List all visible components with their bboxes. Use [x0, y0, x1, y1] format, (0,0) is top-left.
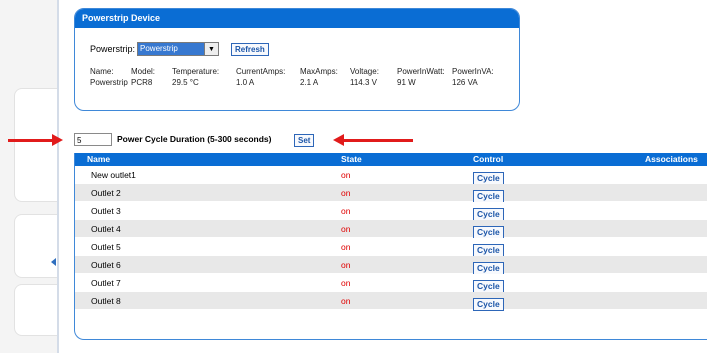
- col-header-state: State: [341, 154, 362, 164]
- info-value: 114.3 V: [350, 78, 377, 87]
- outlet-state: on: [341, 296, 351, 306]
- refresh-button[interactable]: Refresh: [231, 42, 269, 56]
- powerstrip-select[interactable]: Powerstrip ▼: [137, 42, 220, 56]
- info-header: Temperature:: [172, 67, 220, 76]
- outlet-name: Outlet 6: [91, 260, 121, 270]
- cycle-button[interactable]: Cycle: [473, 298, 504, 311]
- set-button[interactable]: Set: [294, 134, 315, 147]
- power-cycle-duration-input[interactable]: 5: [74, 133, 112, 146]
- table-row: Outlet 3onOnOffCycle: [75, 202, 707, 221]
- info-column: CurrentAmps: 1.0 A: [236, 66, 285, 88]
- table-row: Outlet 7onOnOffCycle: [75, 274, 707, 293]
- info-header: PowerInVA:: [452, 67, 494, 76]
- info-column: PowerInVA: 126 VA: [452, 66, 494, 88]
- outlet-state: on: [341, 278, 351, 288]
- power-cycle-duration-label: Power Cycle Duration (5-300 seconds): [117, 134, 272, 144]
- info-value: 126 VA: [452, 78, 478, 87]
- table-row: Outlet 4onOnOffCycle: [75, 220, 707, 239]
- collapse-arrow-icon[interactable]: [51, 258, 56, 266]
- info-value: PCR8: [131, 78, 153, 87]
- col-header-name: Name: [87, 154, 111, 164]
- outlet-state: on: [341, 242, 351, 252]
- info-header: MaxAmps:: [300, 67, 338, 76]
- powerstrip-selected-value: Powerstrip: [138, 43, 205, 55]
- info-header: Name:: [90, 67, 114, 76]
- info-column: Temperature: 29.5 °C: [172, 66, 219, 88]
- outlet-state: on: [341, 260, 351, 270]
- outlet-name: Outlet 7: [91, 278, 121, 288]
- info-value: 91 W: [397, 78, 416, 87]
- table-row: Outlet 5onOnOffCycle: [75, 238, 707, 257]
- table-row: Outlet 6onOnOffCycle: [75, 256, 707, 275]
- outlet-state: on: [341, 206, 351, 216]
- sidebar-tab[interactable]: [14, 214, 59, 278]
- red-arrow-right-icon: [8, 134, 63, 146]
- outlets-table: Name State Control Associations New outl…: [74, 153, 707, 340]
- left-sidebar: [0, 0, 59, 353]
- outlet-state: on: [341, 170, 351, 180]
- outlet-state: on: [341, 188, 351, 198]
- info-column: PowerInWatt: 91 W: [397, 66, 445, 88]
- outlet-name: Outlet 4: [91, 224, 121, 234]
- powerstrip-label: Powerstrip:: [90, 44, 136, 54]
- info-column: Voltage: 114.3 V: [350, 66, 379, 88]
- info-value: 1.0 A: [236, 78, 255, 87]
- info-value: Powerstrip: [90, 78, 128, 87]
- sidebar-divider: [57, 0, 59, 353]
- info-column: Name: Powerstrip: [90, 66, 128, 88]
- panel-title: Powerstrip Device: [75, 9, 519, 28]
- info-header: PowerInWatt:: [397, 67, 445, 76]
- powerstrip-device-panel: Powerstrip Device Powerstrip: Powerstrip…: [74, 8, 520, 111]
- sidebar-tab[interactable]: [14, 284, 59, 336]
- outlet-name: Outlet 2: [91, 188, 121, 198]
- col-header-control: Control: [473, 154, 504, 164]
- table-row: Outlet 2onOnOffCycle: [75, 184, 707, 203]
- col-header-associations: Associations: [645, 154, 698, 164]
- chevron-down-icon[interactable]: ▼: [204, 43, 219, 55]
- table-row: New outlet1onOnOffCycle: [75, 166, 707, 185]
- outlet-name: Outlet 8: [91, 296, 121, 306]
- outlet-name: New outlet1: [91, 170, 136, 180]
- info-value: 2.1 A: [300, 78, 319, 87]
- info-header: Model:: [131, 67, 156, 76]
- table-header: Name State Control Associations: [75, 153, 707, 166]
- outlet-name: Outlet 5: [91, 242, 121, 252]
- info-column: MaxAmps: 2.1 A: [300, 66, 338, 88]
- outlet-state: on: [341, 224, 351, 234]
- outlet-name: Outlet 3: [91, 206, 121, 216]
- table-row: Outlet 8onOnOffCycle: [75, 292, 707, 311]
- info-column: Model: PCR8: [131, 66, 155, 88]
- info-header: Voltage:: [350, 67, 379, 76]
- info-header: CurrentAmps:: [236, 67, 286, 76]
- red-arrow-left-icon: [333, 134, 413, 146]
- table-body: New outlet1onOnOffCycleOutlet 2onOnOffCy…: [75, 166, 707, 311]
- info-value: 29.5 °C: [172, 78, 199, 87]
- powerstrip-select-row: Powerstrip: Powerstrip ▼ Refresh: [90, 42, 269, 56]
